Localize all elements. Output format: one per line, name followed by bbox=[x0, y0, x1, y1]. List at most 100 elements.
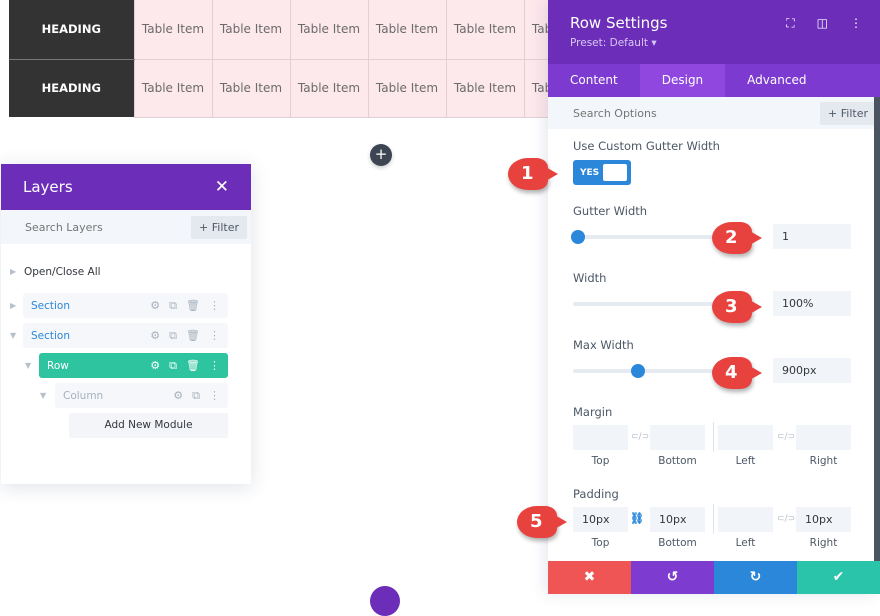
options-filter-button[interactable]: + Filter bbox=[820, 101, 876, 125]
divider bbox=[713, 504, 714, 534]
gear-icon[interactable]: ⚙ bbox=[173, 389, 183, 403]
save-button[interactable]: ✔ bbox=[797, 561, 880, 594]
gear-icon[interactable]: ⚙ bbox=[150, 299, 160, 313]
pricing-table: HEADING Table Item Table Item Table Item… bbox=[9, 0, 603, 118]
width-label: Width bbox=[573, 271, 607, 285]
margin-bottom-input[interactable] bbox=[650, 425, 705, 450]
add-row-button[interactable]: + bbox=[370, 144, 392, 166]
caret-right-icon[interactable]: ▶ bbox=[10, 301, 16, 310]
table-cell: Table Item bbox=[211, 58, 291, 118]
trash-icon[interactable]: 🗑 bbox=[186, 299, 200, 313]
sub-label: Left bbox=[735, 455, 756, 467]
callout-badge: 2 bbox=[712, 222, 762, 254]
divider bbox=[713, 422, 714, 452]
margin-top-input[interactable] bbox=[573, 425, 628, 450]
open-close-all[interactable]: ▶ Open/Close All bbox=[1, 266, 251, 288]
caret-down-icon[interactable]: ▼ bbox=[10, 331, 16, 340]
tab-design[interactable]: Design bbox=[639, 64, 726, 97]
layers-tree: ▶ Open/Close All bbox=[1, 244, 251, 288]
padding-left-input[interactable] bbox=[718, 507, 773, 532]
margin-label: Margin bbox=[573, 405, 613, 419]
layer-row[interactable]: Row ⚙ ⧉ 🗑 ⋮ bbox=[39, 353, 228, 378]
link-icon[interactable]: ⊂/⊃ bbox=[777, 514, 795, 524]
scrollbar[interactable] bbox=[874, 97, 880, 562]
toggle-knob bbox=[603, 164, 627, 181]
sub-label: Left bbox=[735, 537, 756, 549]
trash-icon[interactable]: 🗑 bbox=[186, 359, 200, 373]
table-cell: Table Item bbox=[445, 58, 525, 118]
fullscreen-icon[interactable]: ⛶ bbox=[786, 16, 794, 31]
preset-dropdown[interactable]: Preset: Default ▾ bbox=[570, 37, 858, 49]
duplicate-icon[interactable]: ⧉ bbox=[192, 389, 200, 403]
callout-badge: 3 bbox=[712, 291, 762, 323]
link-icon[interactable]: ⊂/⊃ bbox=[631, 432, 649, 442]
row-settings-panel: Row Settings Preset: Default ▾ ⛶ ◫ ⋮ Con… bbox=[548, 0, 880, 594]
slider-handle[interactable] bbox=[630, 364, 645, 378]
callout-badge: 5 bbox=[517, 506, 567, 538]
options-search-bar: + Filter bbox=[548, 97, 880, 129]
layer-section[interactable]: Section ⚙ ⧉ 🗑 ⋮ bbox=[23, 293, 228, 318]
layer-label: Section bbox=[31, 299, 71, 312]
table-cell: Table Item bbox=[367, 58, 447, 118]
open-close-all-label: Open/Close All bbox=[24, 266, 101, 278]
margin-left-input[interactable] bbox=[718, 425, 773, 450]
slider-handle[interactable] bbox=[571, 230, 586, 244]
layers-filter-button[interactable]: + Filter bbox=[191, 215, 247, 239]
more-options-icon[interactable]: ⋮ bbox=[850, 16, 862, 31]
undo-button[interactable]: ↺ bbox=[631, 561, 714, 594]
custom-gutter-label: Use Custom Gutter Width bbox=[573, 139, 720, 153]
padding-bottom-input[interactable]: 10px bbox=[650, 507, 705, 532]
caret-down-icon[interactable]: ▼ bbox=[40, 391, 46, 400]
table-cell: Table Item bbox=[211, 0, 291, 60]
tab-content[interactable]: Content bbox=[548, 64, 640, 97]
table-heading: HEADING bbox=[9, 59, 134, 117]
more-icon[interactable]: ⋮ bbox=[209, 389, 220, 403]
gear-icon[interactable]: ⚙ bbox=[150, 329, 160, 343]
link-active-icon[interactable]: ⛓ bbox=[630, 512, 644, 525]
add-section-button[interactable] bbox=[370, 586, 400, 616]
cancel-button[interactable]: ✖ bbox=[548, 561, 631, 594]
redo-button[interactable]: ↻ bbox=[714, 561, 797, 594]
sub-label: Bottom bbox=[658, 537, 697, 549]
table-heading: HEADING bbox=[9, 0, 134, 60]
callout-badge: 1 bbox=[508, 158, 558, 190]
layer-label: Row bbox=[47, 359, 69, 372]
more-icon[interactable]: ⋮ bbox=[209, 329, 220, 343]
table-cell: Table Item bbox=[289, 0, 369, 60]
settings-footer: ✖ ↺ ↻ ✔ bbox=[548, 561, 880, 594]
table-cell: Table Item bbox=[367, 0, 447, 60]
callout-badge: 4 bbox=[712, 357, 762, 389]
more-icon[interactable]: ⋮ bbox=[209, 359, 220, 373]
gutter-width-input[interactable]: 1 bbox=[773, 224, 851, 249]
settings-header: Row Settings Preset: Default ▾ ⛶ ◫ ⋮ bbox=[548, 0, 880, 64]
gutter-width-label: Gutter Width bbox=[573, 204, 648, 218]
padding-right-input[interactable]: 10px bbox=[796, 507, 851, 532]
duplicate-icon[interactable]: ⧉ bbox=[169, 299, 177, 313]
margin-right-input[interactable] bbox=[796, 425, 851, 450]
duplicate-icon[interactable]: ⧉ bbox=[169, 359, 177, 373]
layers-search-input[interactable] bbox=[25, 220, 165, 234]
max-width-input[interactable]: 900px bbox=[773, 358, 851, 383]
custom-gutter-toggle[interactable]: YES bbox=[573, 160, 631, 185]
width-input[interactable]: 100% bbox=[773, 291, 851, 316]
more-icon[interactable]: ⋮ bbox=[209, 299, 220, 313]
link-icon[interactable]: ⊂/⊃ bbox=[777, 432, 795, 442]
table-cell: Table Item bbox=[289, 58, 369, 118]
layer-section[interactable]: Section ⚙ ⧉ 🗑 ⋮ bbox=[23, 323, 228, 348]
layer-column[interactable]: Column ⚙ ⧉ ⋮ bbox=[55, 383, 228, 408]
padding-top-input[interactable]: 10px bbox=[573, 507, 628, 532]
table-row: HEADING Table Item Table Item Table Item… bbox=[9, 0, 603, 60]
tab-advanced[interactable]: Advanced bbox=[725, 64, 828, 97]
split-view-icon[interactable]: ◫ bbox=[817, 16, 828, 31]
gear-icon[interactable]: ⚙ bbox=[150, 359, 160, 373]
caret-right-icon: ▶ bbox=[10, 267, 17, 276]
settings-tabs: Content Design Advanced bbox=[548, 64, 880, 97]
duplicate-icon[interactable]: ⧉ bbox=[169, 329, 177, 343]
close-icon[interactable]: ✕ bbox=[215, 177, 229, 197]
add-new-module-button[interactable]: Add New Module bbox=[69, 413, 228, 438]
trash-icon[interactable]: 🗑 bbox=[186, 329, 200, 343]
layers-title: Layers bbox=[23, 178, 73, 196]
sub-label: Right bbox=[809, 537, 838, 549]
options-search-input[interactable] bbox=[573, 106, 713, 120]
caret-down-icon[interactable]: ▼ bbox=[25, 361, 31, 370]
